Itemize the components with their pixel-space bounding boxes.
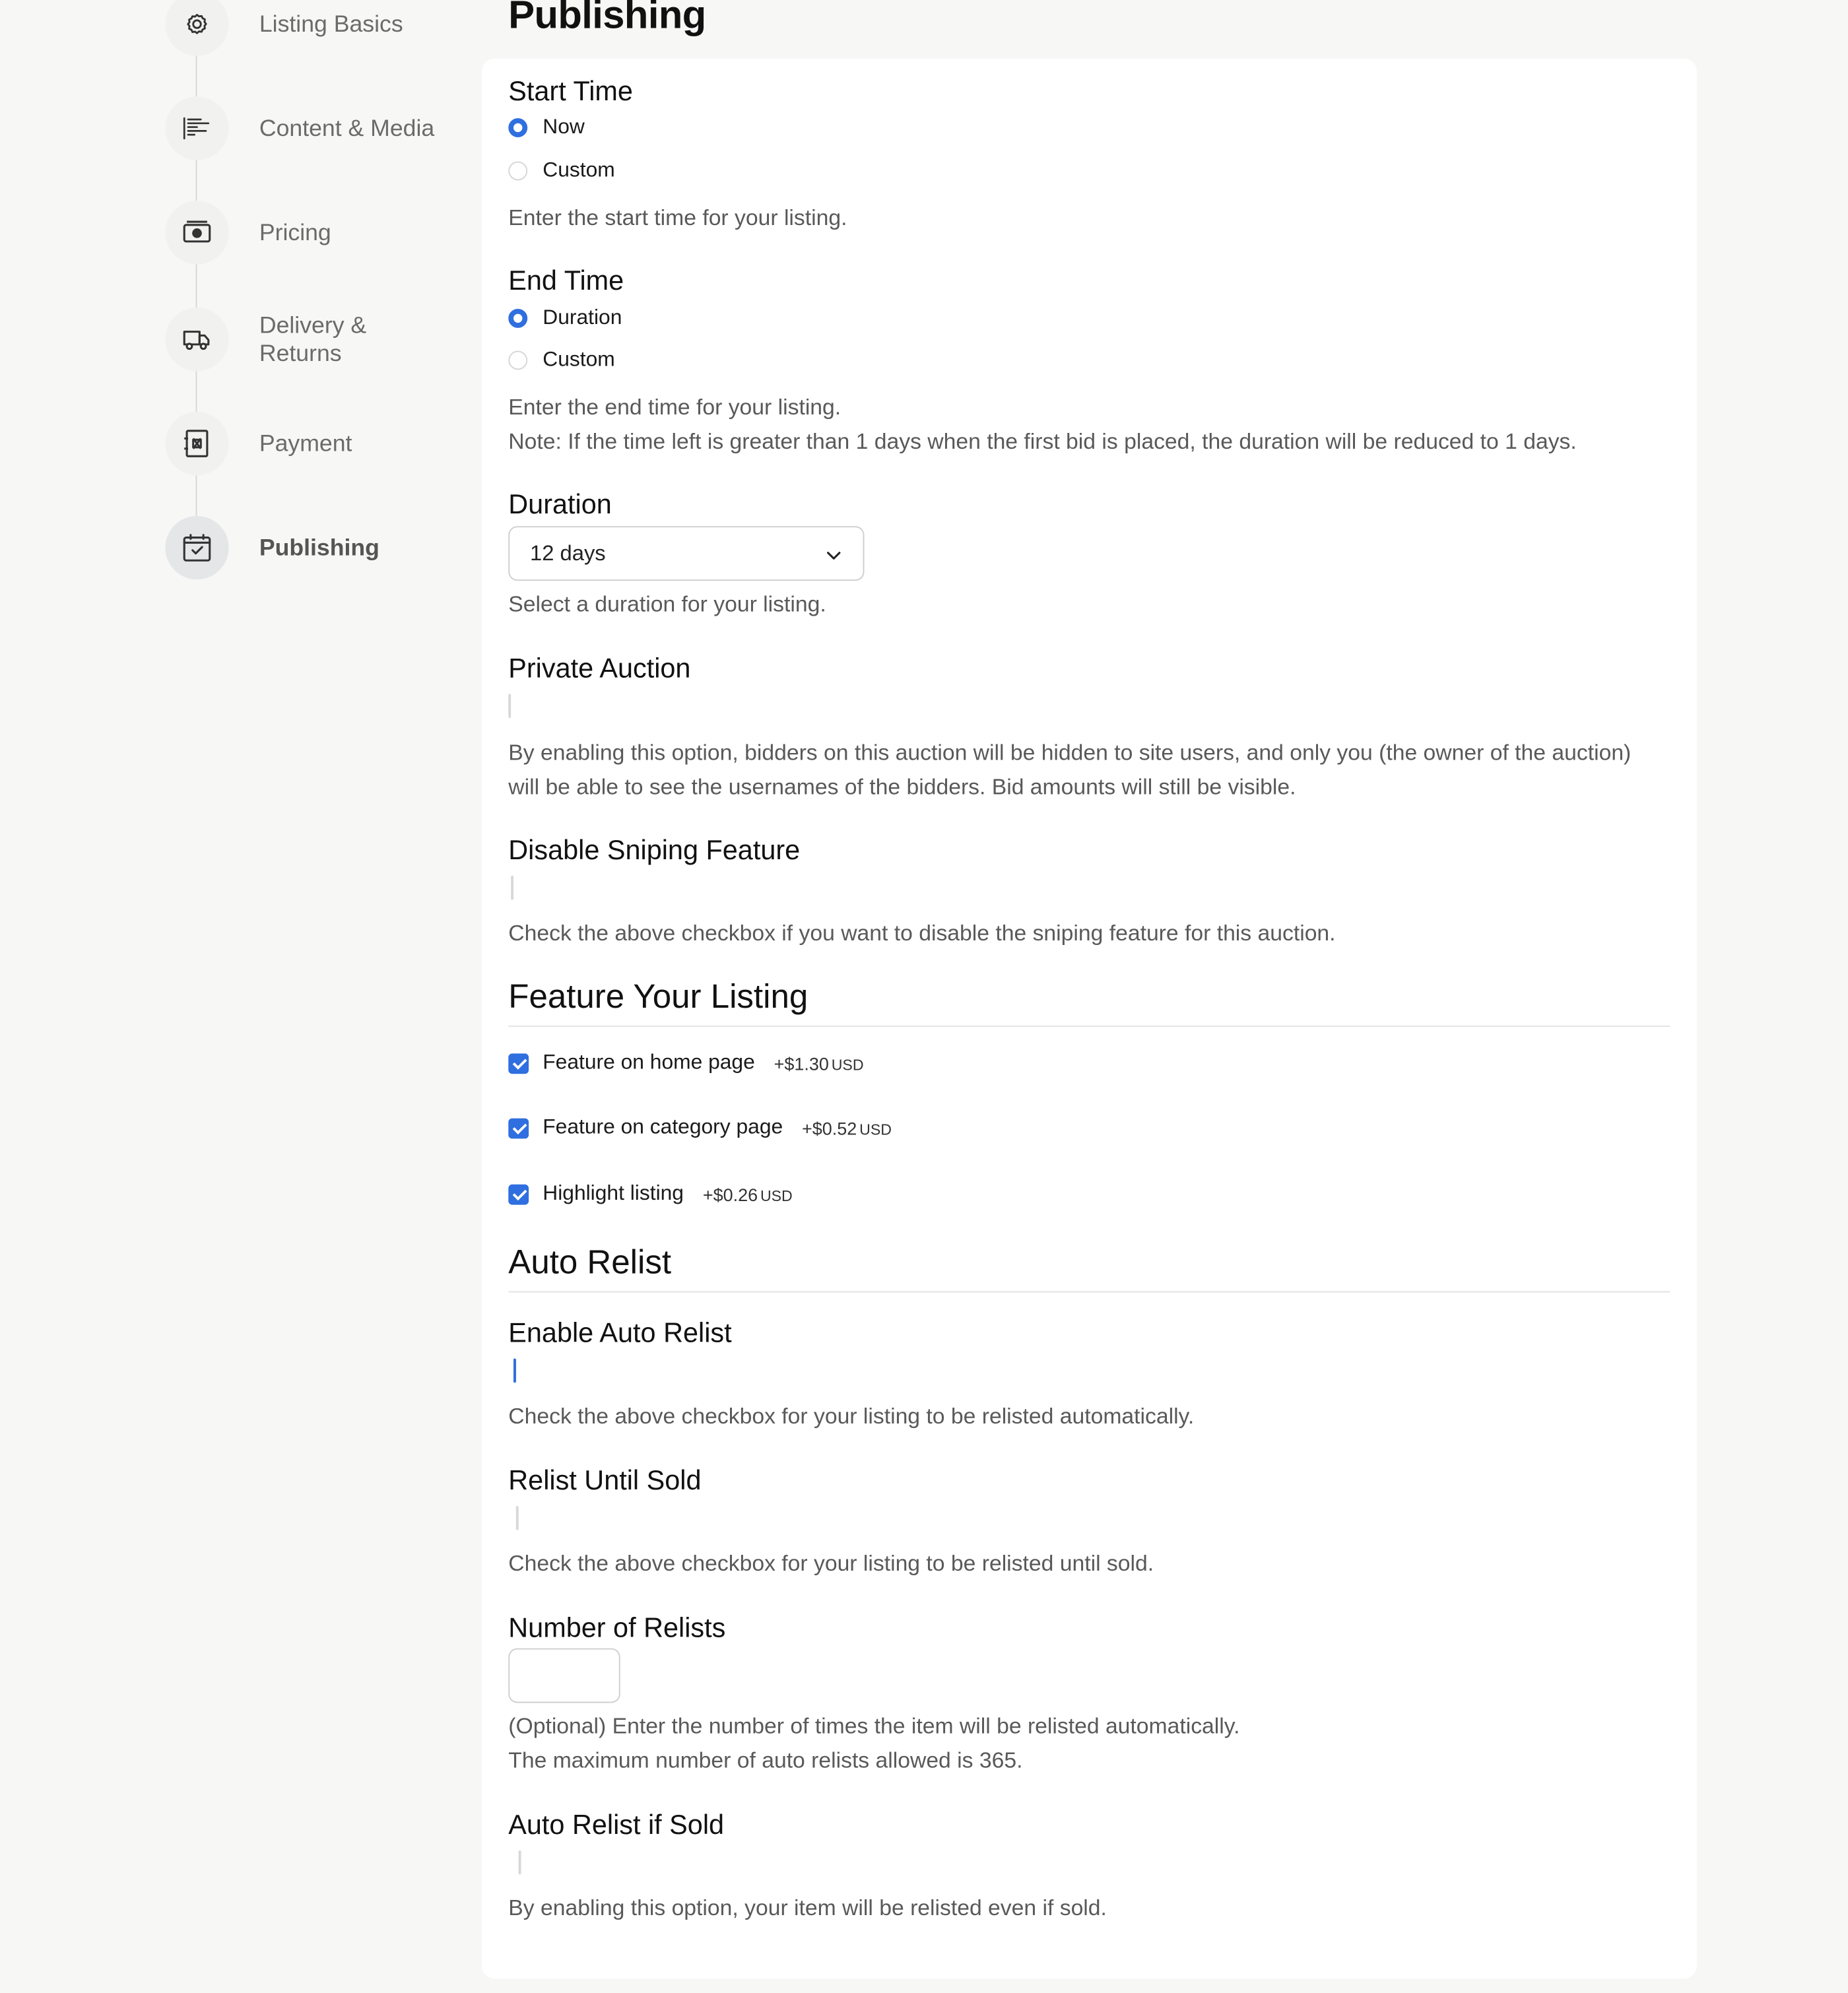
step-delivery-returns[interactable]: Delivery & Returns [165, 308, 424, 372]
feature-home-page-option[interactable]: Feature on home page +$1.30 USD [508, 1051, 864, 1076]
disable-sniping-help: Check the above checkbox if you want to … [508, 920, 1336, 946]
radio-label: Now [543, 115, 585, 139]
step-connector [195, 157, 197, 201]
step-payment[interactable]: Payment [165, 411, 352, 476]
duration-select[interactable]: 12 days [508, 526, 865, 581]
duration-help: Select a duration for your listing. [508, 591, 826, 616]
page-root: Listing Basics Content & Media Pricing D… [0, 0, 1848, 1992]
radio-label: Custom [543, 348, 615, 372]
feature-category-page-checkbox[interactable] [508, 1117, 529, 1138]
relist-until-sold-help: Check the above checkbox for your listin… [508, 1550, 1154, 1576]
radio-indicator[interactable] [508, 118, 528, 137]
start-time-custom-radio[interactable]: Custom [508, 158, 615, 183]
disable-sniping-label: Disable Sniping Feature [508, 835, 801, 866]
auto-relist-if-sold-help: By enabling this option, your item will … [508, 1895, 1107, 1920]
highlight-listing-option[interactable]: Highlight listing +$0.26 USD [508, 1181, 793, 1206]
step-label: Payment [259, 429, 352, 457]
step-connector [195, 261, 197, 308]
step-listing-basics[interactable]: Listing Basics [165, 0, 403, 56]
publishing-form-panel [481, 58, 1697, 1979]
section-divider [508, 1291, 1670, 1293]
option-price: +$1.30 USD [774, 1053, 864, 1074]
start-time-now-radio[interactable]: Now [508, 115, 585, 140]
enable-auto-relist-help: Check the above checkbox for your listin… [508, 1402, 1195, 1429]
radio-indicator[interactable] [508, 350, 528, 370]
number-of-relists-label: Number of Relists [508, 1612, 726, 1643]
private-auction-checkbox[interactable] [508, 694, 512, 719]
end-time-note: Note: If the time left is greater than 1… [508, 428, 1577, 454]
step-connector [195, 371, 197, 414]
feature-listing-heading: Feature Your Listing [508, 977, 808, 1016]
duration-value: 12 days [530, 540, 606, 565]
radio-indicator[interactable] [508, 308, 528, 328]
option-label: Highlight listing [543, 1181, 684, 1205]
section-divider [508, 1026, 1670, 1027]
private-auction-help: By enabling this option, bidders on this… [508, 739, 1632, 800]
radio-label: Duration [543, 306, 622, 329]
relist-until-sold-checkbox[interactable] [515, 1505, 519, 1530]
content-lines-icon [165, 96, 229, 160]
private-auction-label: Private Auction [508, 653, 691, 684]
gear-icon [165, 0, 229, 56]
end-time-label: End Time [508, 265, 624, 296]
option-price: +$0.52 USD [802, 1117, 892, 1138]
highlight-listing-checkbox[interactable] [508, 1183, 529, 1204]
option-label: Feature on home page [543, 1051, 755, 1074]
enable-auto-relist-label: Enable Auto Relist [508, 1317, 732, 1349]
step-label: Listing Basics [259, 10, 403, 37]
step-publishing[interactable]: Publishing [165, 515, 380, 580]
disable-sniping-checkbox[interactable] [511, 875, 513, 900]
end-time-help: Enter the end time for your listing. [508, 393, 842, 420]
enable-auto-relist-checkbox[interactable] [513, 1358, 516, 1383]
feature-home-page-checkbox[interactable] [508, 1053, 529, 1074]
step-content-media[interactable]: Content & Media [165, 96, 434, 160]
end-time-duration-radio[interactable]: Duration [508, 306, 622, 331]
chevron-down-icon [825, 545, 843, 571]
payment-icon [165, 411, 229, 476]
truck-icon [165, 308, 229, 372]
end-time-custom-radio[interactable]: Custom [508, 348, 615, 373]
step-connector [195, 53, 197, 97]
duration-label: Duration [508, 489, 612, 520]
radio-indicator[interactable] [508, 161, 528, 181]
cash-icon [165, 201, 229, 265]
step-connector [195, 475, 197, 516]
auto-relist-heading: Auto Relist [508, 1243, 672, 1282]
auto-relist-if-sold-label: Auto Relist if Sold [508, 1810, 725, 1841]
option-price: +$0.26 USD [702, 1183, 793, 1204]
step-label: Pricing [259, 218, 331, 245]
step-label: Content & Media [259, 114, 435, 141]
option-label: Feature on category page [543, 1115, 783, 1139]
radio-label: Custom [543, 158, 615, 182]
page-title: Publishing [508, 0, 706, 37]
start-time-label: Start Time [508, 76, 633, 107]
number-of-relists-input[interactable] [508, 1648, 620, 1703]
relist-until-sold-label: Relist Until Sold [508, 1465, 702, 1496]
step-label: Publishing [259, 533, 380, 561]
calendar-check-icon [165, 515, 229, 580]
start-time-help: Enter the start time for your listing. [508, 205, 847, 230]
number-of-relists-max-help: The maximum number of auto relists allow… [508, 1747, 1023, 1773]
step-label: Delivery & Returns [259, 311, 367, 366]
feature-category-page-option[interactable]: Feature on category page +$0.52 USD [508, 1116, 892, 1140]
auto-relist-if-sold-checkbox[interactable] [518, 1850, 521, 1875]
number-of-relists-help: (Optional) Enter the number of times the… [508, 1713, 1240, 1739]
step-pricing[interactable]: Pricing [165, 201, 331, 265]
